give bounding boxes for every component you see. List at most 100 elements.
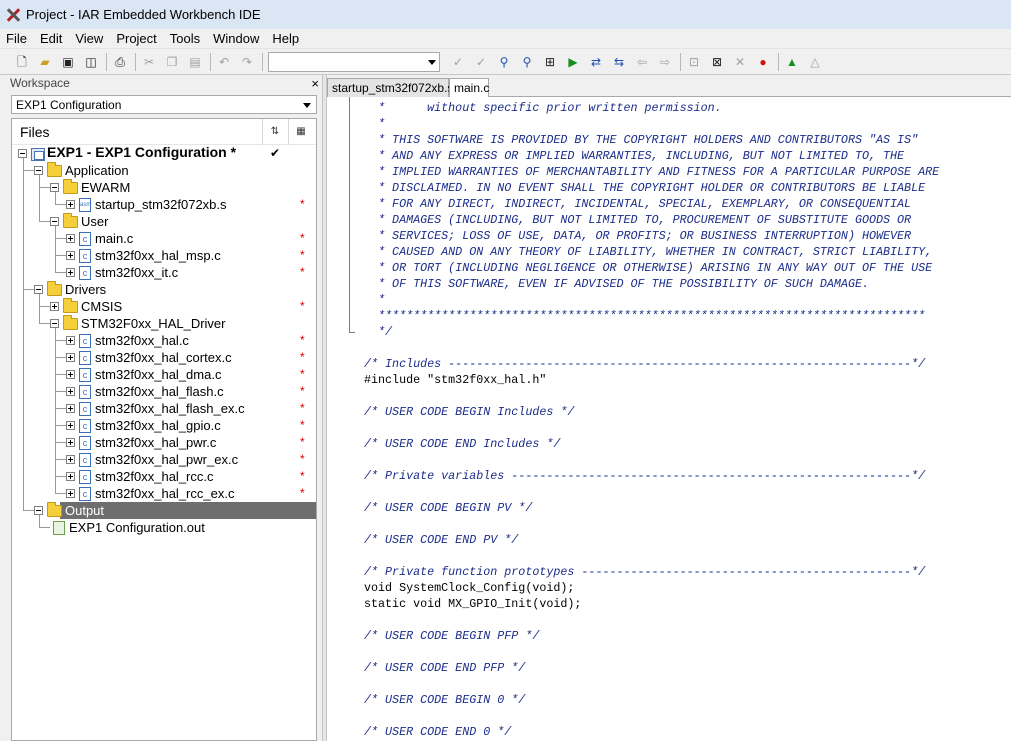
menu-project[interactable]: Project	[116, 31, 156, 46]
expand-icon[interactable]	[66, 438, 75, 447]
expand-icon[interactable]	[66, 472, 75, 481]
code-line[interactable]: /* USER CODE END 0 */	[364, 724, 939, 740]
code-line[interactable]: /* USER CODE BEGIN Includes */	[364, 404, 939, 420]
expand-icon[interactable]	[66, 370, 75, 379]
save-icon[interactable]: ▣	[60, 54, 76, 70]
editor-gutter[interactable]	[327, 97, 355, 741]
debug-without-download-icon[interactable]: △	[807, 54, 823, 70]
expand-icon[interactable]	[50, 302, 59, 311]
expand-icon[interactable]	[66, 404, 75, 413]
tree-file[interactable]: c main.c *	[12, 230, 316, 247]
tree-file[interactable]: c stm32f0xx_hal_rcc_ex.c *	[12, 485, 316, 502]
paste-icon[interactable]: ▤	[187, 54, 203, 70]
code-line[interactable]	[364, 548, 939, 564]
configuration-select[interactable]: EXP1 Configuration	[11, 95, 317, 114]
expand-icon[interactable]	[66, 387, 75, 396]
tree-file[interactable]: c stm32f0xx_it.c *	[12, 264, 316, 281]
code-line[interactable]: *	[364, 116, 939, 132]
find-combo[interactable]	[268, 51, 440, 72]
tree-folder[interactable]: Drivers	[12, 281, 316, 298]
expand-icon[interactable]	[66, 353, 75, 362]
code-line[interactable]	[364, 420, 939, 436]
new-file-icon[interactable]: 🗋	[14, 54, 30, 70]
menu-view[interactable]: View	[75, 31, 103, 46]
navigate-back-icon[interactable]: ⇆	[611, 54, 627, 70]
find-prev-icon[interactable]: ⚲	[519, 54, 535, 70]
code-line[interactable]: * without specific prior written permiss…	[364, 100, 939, 116]
collapse-icon[interactable]	[50, 183, 59, 192]
expand-icon[interactable]	[66, 455, 75, 464]
tree-folder[interactable]: EWARM	[12, 179, 316, 196]
cut-icon[interactable]: ✂	[141, 54, 157, 70]
expand-icon[interactable]	[66, 200, 75, 209]
code-line[interactable]: * OF THIS SOFTWARE, EVEN IF ADVISED OF T…	[364, 276, 939, 292]
close-icon[interactable]: ×	[311, 76, 319, 91]
compile-icon[interactable]: ⊡	[686, 54, 702, 70]
collapse-icon[interactable]	[50, 319, 59, 328]
code-line[interactable]: * AND ANY EXPRESS OR IMPLIED WARRANTIES,…	[364, 148, 939, 164]
code-line[interactable]: ****************************************…	[364, 308, 939, 324]
menu-help[interactable]: Help	[272, 31, 299, 46]
code-line[interactable]: * SERVICES; LOSS OF USE, DATA, OR PROFIT…	[364, 228, 939, 244]
tree-folder[interactable]: Output	[12, 502, 316, 519]
code-line[interactable]: static void MX_GPIO_Init(void);	[364, 596, 939, 612]
code-line[interactable]: /* USER CODE END Includes */	[364, 436, 939, 452]
collapse-icon[interactable]	[34, 506, 43, 515]
code-line[interactable]	[364, 644, 939, 660]
code-line[interactable]: /* USER CODE END PFP */	[364, 660, 939, 676]
tree-folder[interactable]: CMSIS *	[12, 298, 316, 315]
code-line[interactable]	[364, 676, 939, 692]
code-line[interactable]	[364, 516, 939, 532]
undo-icon[interactable]: ↶	[216, 54, 232, 70]
tree-file[interactable]: c stm32f0xx_hal_pwr_ex.c *	[12, 451, 316, 468]
expand-icon[interactable]	[66, 234, 75, 243]
code-line[interactable]: * CAUSED AND ON ANY THEORY OF LIABILITY,…	[364, 244, 939, 260]
code-line[interactable]: void SystemClock_Config(void);	[364, 580, 939, 596]
goto-line-icon[interactable]: ▶	[565, 54, 581, 70]
code-line[interactable]: * THIS SOFTWARE IS PROVIDED BY THE COPYR…	[364, 132, 939, 148]
code-line[interactable]	[364, 484, 939, 500]
code-line[interactable]	[364, 388, 939, 404]
expand-icon[interactable]	[66, 268, 75, 277]
toggle-bookmark-icon[interactable]: ✓	[450, 54, 466, 70]
code-line[interactable]: * DAMAGES (INCLUDING, BUT NOT LIMITED TO…	[364, 212, 939, 228]
code-line[interactable]	[364, 708, 939, 724]
menu-file[interactable]: File	[6, 31, 27, 46]
code-line[interactable]: #include "stm32f0xx_hal.h"	[364, 372, 939, 388]
tab-main-c[interactable]: main.c	[449, 78, 489, 98]
tree-folder[interactable]: Application	[12, 162, 316, 179]
copy-icon[interactable]: ❐	[164, 54, 180, 70]
collapse-icon[interactable]	[34, 166, 43, 175]
menu-window[interactable]: Window	[213, 31, 259, 46]
next-bookmark-icon[interactable]: ✓	[473, 54, 489, 70]
code-line[interactable]: /* Includes ----------------------------…	[364, 356, 939, 372]
tree-file[interactable]: c stm32f0xx_hal_flash_ex.c *	[12, 400, 316, 417]
tree-file[interactable]: c stm32f0xx_hal_pwr.c *	[12, 434, 316, 451]
breakpoint-icon[interactable]: ●	[755, 54, 771, 70]
open-icon[interactable]: ▰	[37, 54, 53, 70]
menu-edit[interactable]: Edit	[40, 31, 62, 46]
code-line[interactable]: /* USER CODE BEGIN PFP */	[364, 628, 939, 644]
tree-file[interactable]: c stm32f0xx_hal_cortex.c *	[12, 349, 316, 366]
expand-icon[interactable]	[66, 336, 75, 345]
code-line[interactable]	[364, 340, 939, 356]
build-status-column-icon[interactable]: ▦	[294, 125, 308, 139]
redo-icon[interactable]: ↷	[239, 54, 255, 70]
collapse-icon[interactable]	[34, 285, 43, 294]
code-line[interactable]: /* Private function prototypes ---------…	[364, 564, 939, 580]
menu-tools[interactable]: Tools	[170, 31, 200, 46]
tree-file[interactable]: asm startup_stm32f072xb.s *	[12, 196, 316, 213]
tree-file[interactable]: c stm32f0xx_hal_msp.c *	[12, 247, 316, 264]
fold-marker[interactable]	[349, 97, 355, 333]
expand-icon[interactable]	[66, 251, 75, 260]
tree-file[interactable]: c stm32f0xx_hal_rcc.c *	[12, 468, 316, 485]
tab-startup-file[interactable]: startup_stm32f072xb.s	[327, 78, 453, 97]
code-line[interactable]: /* USER CODE BEGIN 0 */	[364, 692, 939, 708]
code-line[interactable]: /* USER CODE BEGIN PV */	[364, 500, 939, 516]
code-line[interactable]: */	[364, 324, 939, 340]
tree-file[interactable]: EXP1 Configuration.out	[12, 519, 316, 536]
debug-icon[interactable]: ▲	[784, 54, 800, 70]
code-line[interactable]: * IMPLIED WARRANTIES OF MERCHANTABILITY …	[364, 164, 939, 180]
tree-folder[interactable]: STM32F0xx_HAL_Driver	[12, 315, 316, 332]
nav2-icon[interactable]: ⇨	[657, 54, 673, 70]
